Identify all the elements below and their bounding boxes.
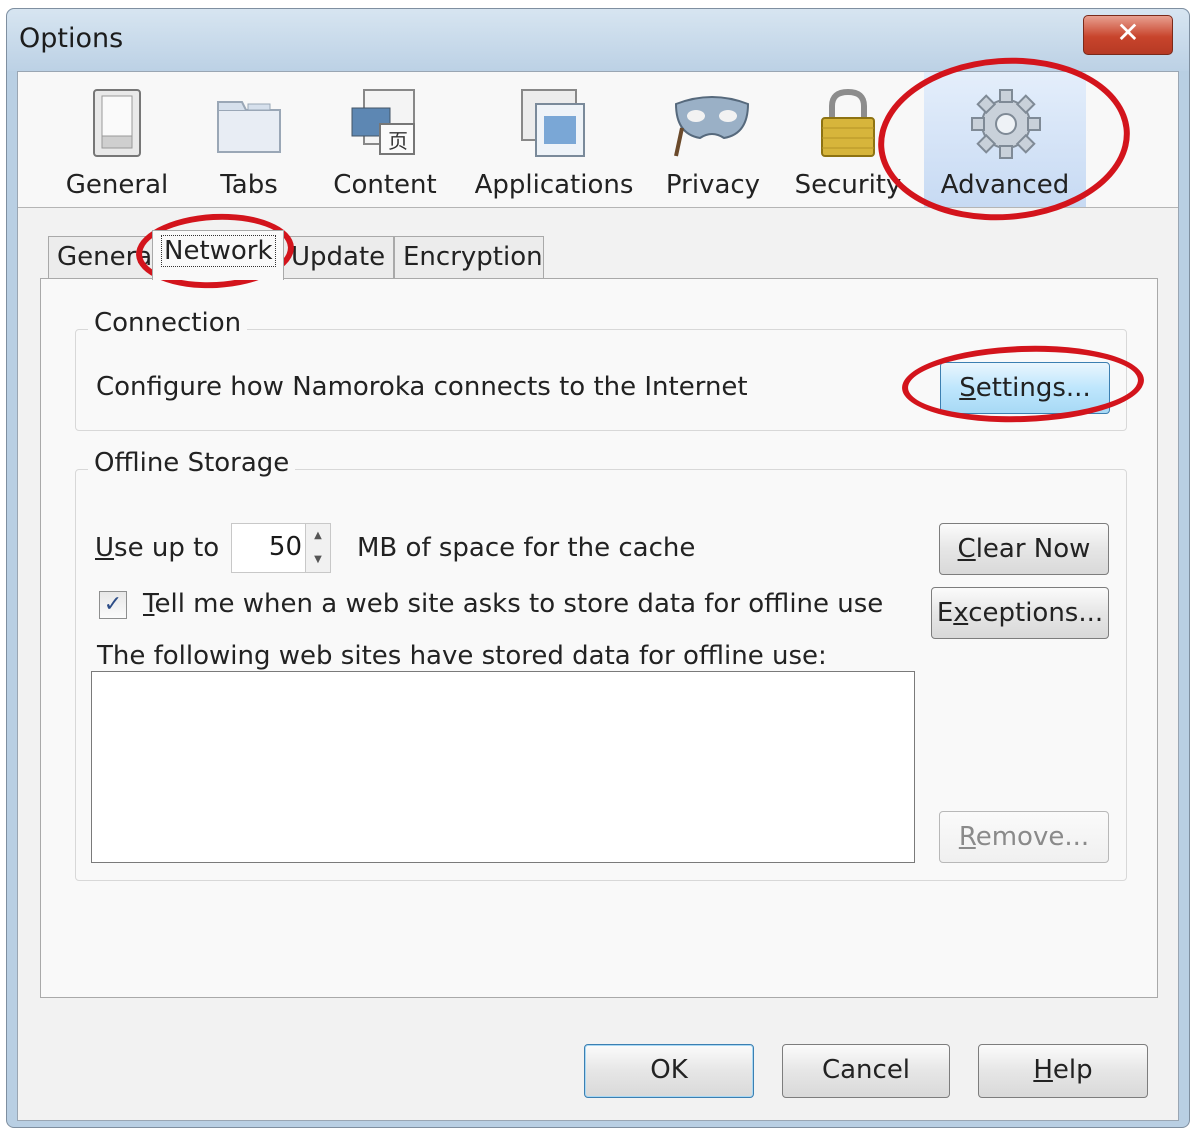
tab-update[interactable]: Update	[282, 236, 394, 278]
spin-up-icon[interactable]: ▲	[306, 524, 330, 549]
stored-sites-label: The following web sites have stored data…	[97, 641, 827, 671]
cancel-button[interactable]: Cancel	[782, 1044, 950, 1098]
folder-tabs-icon	[217, 101, 281, 153]
gear-icon	[971, 89, 1041, 159]
category-advanced[interactable]: Advanced	[924, 72, 1086, 207]
options-dialog: Options ✕ General Tabs 页 Content Applica…	[6, 8, 1190, 1128]
tab-network[interactable]: Network	[152, 230, 284, 280]
switch-icon	[93, 89, 141, 157]
applications-icon	[521, 89, 585, 157]
connection-group: Connection Configure how Namoroka connec…	[75, 308, 1127, 431]
checkmark-icon: ✓	[103, 592, 123, 617]
settings-button[interactable]: Settings...	[940, 362, 1110, 414]
network-panel: Connection Configure how Namoroka connec…	[40, 278, 1158, 998]
close-button[interactable]: ✕	[1083, 15, 1173, 55]
category-security[interactable]: Security	[788, 72, 908, 207]
content-page-icon: 页	[351, 89, 415, 155]
category-label: Security	[794, 170, 902, 200]
offline-notify-checkbox[interactable]: ✓	[99, 591, 127, 619]
tab-general[interactable]: General	[48, 236, 159, 278]
spin-down-icon[interactable]: ▼	[306, 548, 330, 572]
category-applications[interactable]: Applications	[466, 72, 642, 207]
category-label: Tabs	[220, 170, 278, 200]
padlock-icon	[821, 88, 875, 157]
category-tabs[interactable]: Tabs	[194, 72, 304, 207]
category-general[interactable]: General	[52, 72, 182, 207]
category-label: General	[65, 170, 169, 200]
cache-size-value: 50	[268, 532, 302, 562]
category-label: Privacy	[665, 170, 761, 200]
dialog-client-area: General Tabs 页 Content Applications Priv…	[17, 71, 1179, 1121]
help-button[interactable]: Help	[978, 1044, 1148, 1098]
remove-button: Remove...	[939, 811, 1109, 863]
connection-legend: Connection	[88, 308, 248, 338]
title-bar[interactable]: Options ✕	[7, 9, 1189, 71]
spinner-buttons: ▲ ▼	[305, 524, 330, 572]
tab-encryption[interactable]: Encryption	[394, 236, 544, 278]
offline-sites-list[interactable]	[91, 671, 915, 863]
svg-text:页: 页	[388, 129, 408, 153]
category-privacy[interactable]: Privacy	[658, 72, 768, 207]
mask-icon	[674, 96, 750, 157]
offline-storage-legend: Offline Storage	[88, 448, 296, 478]
category-label: Advanced	[940, 170, 1070, 200]
exceptions-button[interactable]: Exceptions...	[931, 587, 1109, 639]
cache-suffix-label: MB of space for the cache	[357, 533, 696, 563]
connection-description: Configure how Namoroka connects to the I…	[96, 372, 748, 402]
clear-now-button[interactable]: Clear Now	[939, 523, 1109, 575]
offline-notify-label: Tell me when a web site asks to store da…	[143, 589, 884, 619]
category-content[interactable]: 页 Content	[320, 72, 450, 207]
cache-size-spinner[interactable]: 50 ▲ ▼	[231, 523, 331, 573]
window-title: Options	[19, 23, 124, 54]
use-up-to-label: Use up to	[95, 533, 220, 563]
close-icon: ✕	[1116, 16, 1140, 49]
category-label: Content	[333, 170, 437, 200]
category-toolbar: General Tabs 页 Content Applications Priv…	[18, 72, 1178, 208]
ok-button[interactable]: OK	[584, 1044, 754, 1098]
category-label: Applications	[474, 170, 634, 200]
